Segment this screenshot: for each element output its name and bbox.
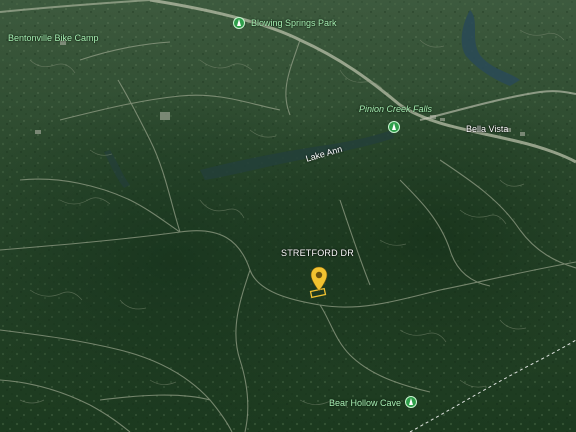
label-blowing-springs-park[interactable]: Blowing Springs Park [251, 18, 337, 29]
label-bentonville-bike-camp[interactable]: Bentonville Bike Camp [8, 33, 99, 44]
tree-icon[interactable] [233, 17, 245, 29]
map-view[interactable]: Bentonville Bike Camp Blowing Springs Pa… [0, 0, 576, 432]
label-pinion-creek-falls[interactable]: Pinion Creek Falls [359, 104, 432, 115]
label-bear-hollow-cave[interactable]: Bear Hollow Cave [329, 398, 401, 409]
label-stretford-dr[interactable]: STRETFORD DR [281, 248, 354, 259]
location-pin-icon[interactable] [309, 266, 329, 292]
satellite-terrain [0, 0, 576, 432]
label-bella-vista[interactable]: Bella Vista [466, 124, 508, 135]
tree-icon[interactable] [405, 396, 417, 408]
tree-icon[interactable] [388, 121, 400, 133]
